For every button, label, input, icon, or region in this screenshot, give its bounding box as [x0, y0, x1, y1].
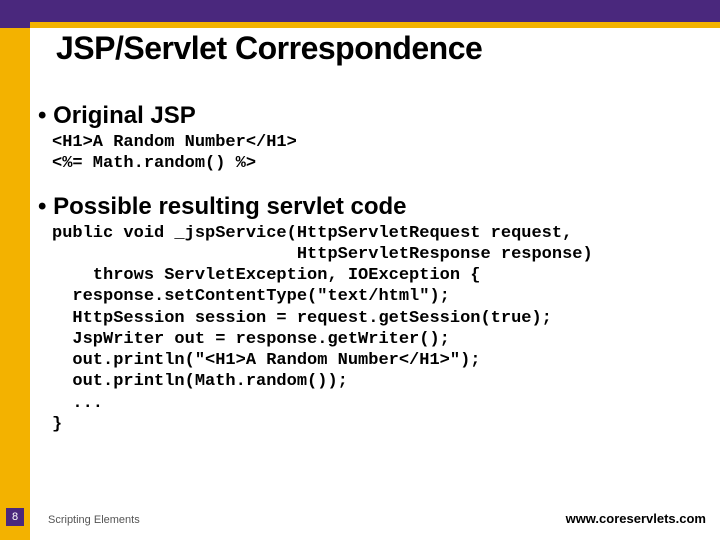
code-block-jsp: <H1>A Random Number</H1> <%= Math.random… [52, 132, 698, 175]
corner-block [0, 0, 30, 28]
bullet-servlet-code: • Possible resulting servlet code [38, 193, 698, 221]
page-number: 8 [6, 508, 24, 526]
slide-body: • Original JSP <H1>A Random Number</H1> … [38, 96, 698, 435]
left-accent-bar [0, 0, 30, 540]
slide-title: JSP/Servlet Correspondence [56, 30, 482, 67]
bullet-original-jsp: • Original JSP [38, 102, 698, 130]
top-accent-bar [0, 0, 720, 22]
code-block-servlet: public void _jspService(HttpServletReque… [52, 223, 698, 436]
footer-section-label: Scripting Elements [48, 514, 140, 526]
footer-url: www.coreservlets.com [566, 511, 706, 526]
